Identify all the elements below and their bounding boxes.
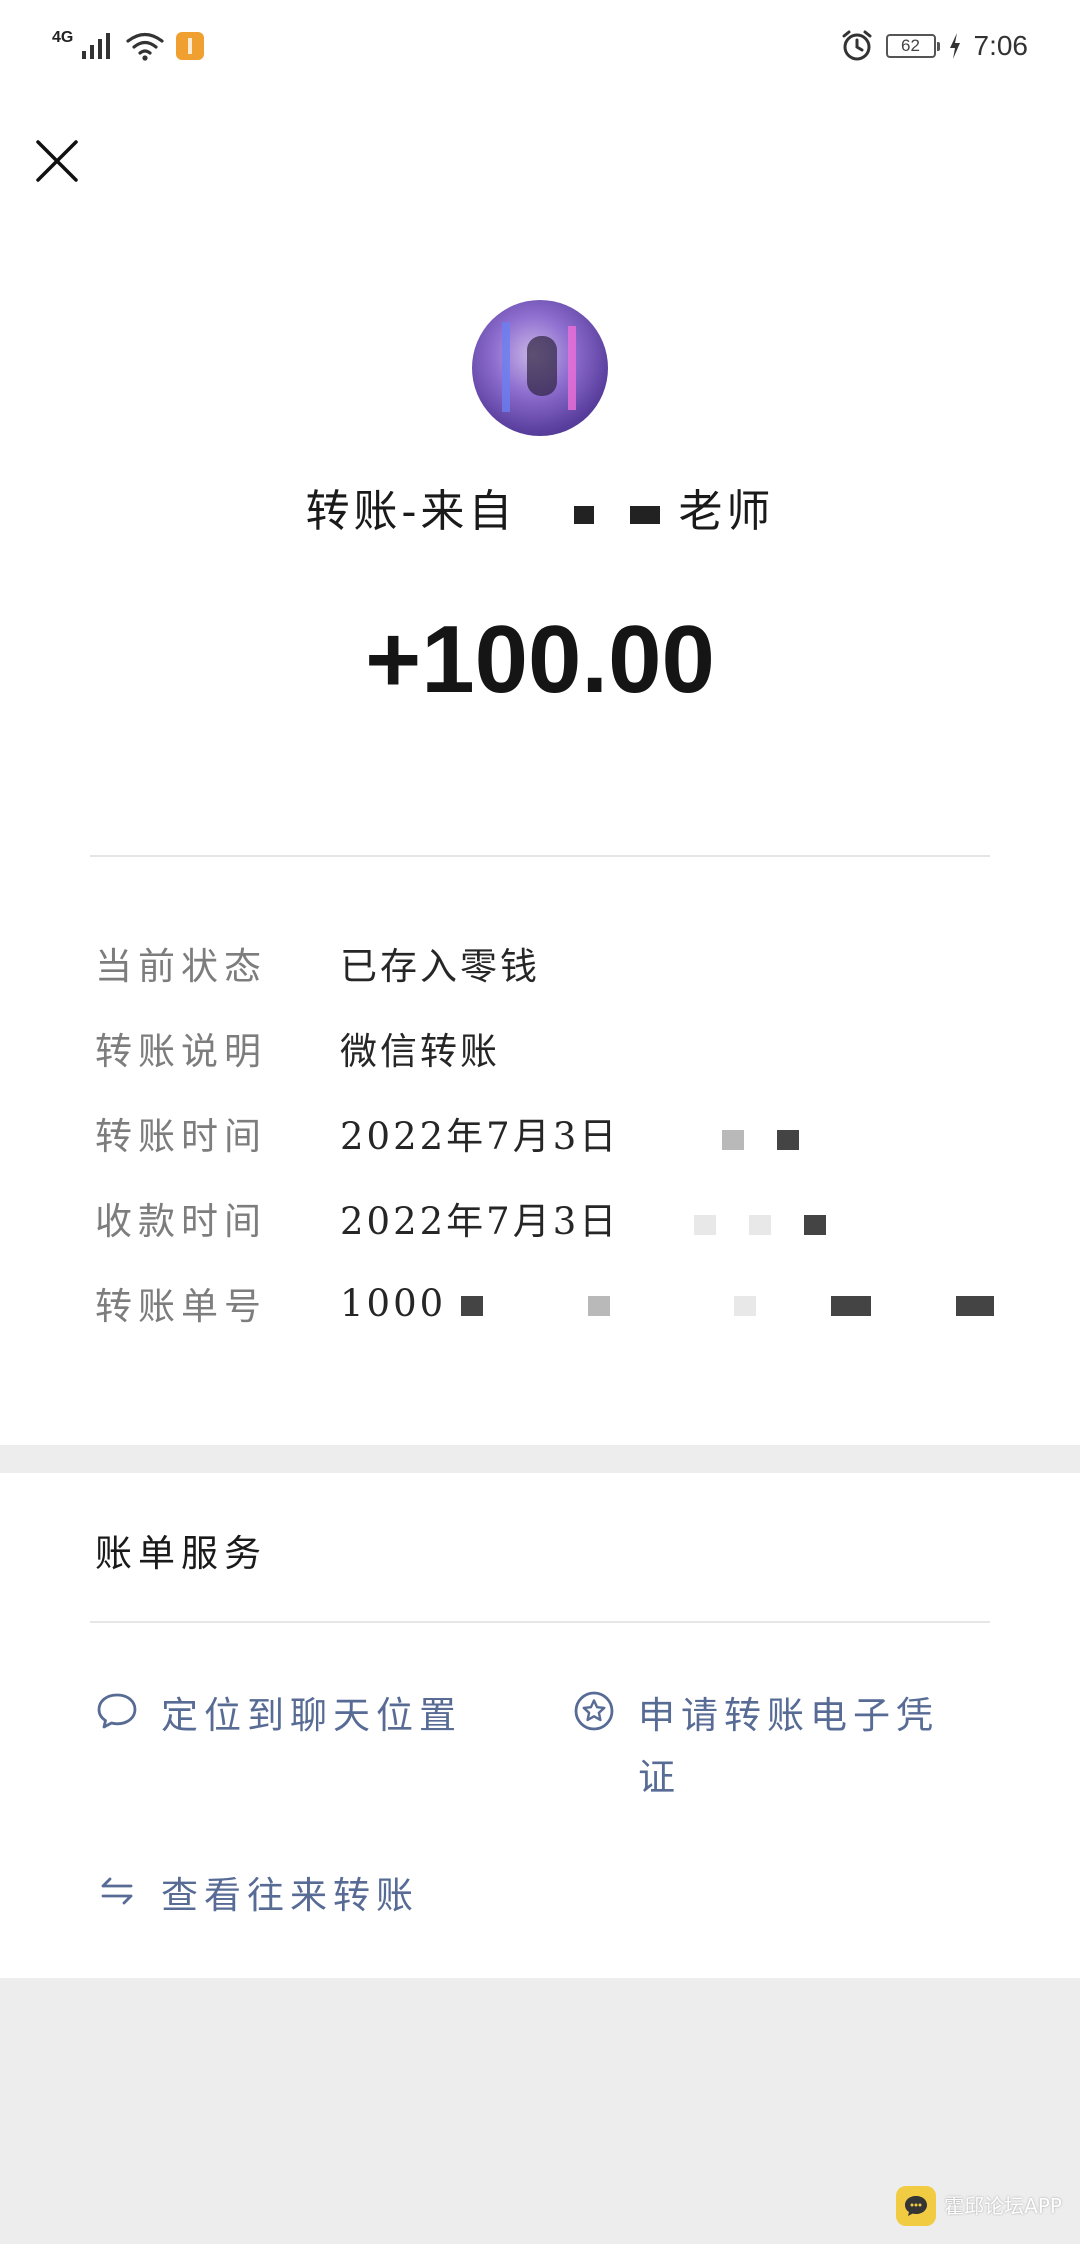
bill-services-title: 账单服务 [95,1532,267,1575]
redacted-mask [803,1214,826,1235]
detail-label: 收款时间 [95,1200,267,1243]
forum-logo [896,2186,937,2226]
detail-value-text: 1000 [340,1281,447,1325]
close-button[interactable] [28,132,86,190]
detail-row-transfer-time: 转账时间 2022年7月3日 [95,1103,799,1163]
redacted-mask [460,1296,483,1316]
chat-bubble-icon [97,1693,137,1729]
locate-chat-label: 定位到聊天位置 [161,1694,462,1737]
redacted-mask [831,1296,872,1316]
avatar-decoration [568,326,576,410]
avatar-decoration [502,322,510,412]
transfer-title-suffix: 老师 [678,486,775,537]
view-transfers-label: 查看往来转账 [161,1874,419,1917]
view-transfers-link[interactable]: 查看往来转账 [95,1865,419,1927]
status-right: 62 7:06 [840,26,1029,66]
charging-icon [949,33,960,59]
divider [90,855,990,857]
transfer-amount: +100.00 [365,606,715,713]
detail-value-text: 2022年7月3日 [340,1115,620,1158]
redacted-mask [956,1296,994,1316]
redacted-mask [748,1214,771,1235]
redacted-mask [694,1214,717,1235]
star-badge-icon [574,1691,614,1731]
watermark-text: 霍邱论坛APP [944,2194,1062,2218]
redacted-mask [776,1129,799,1150]
redacted-mask [587,1296,610,1316]
status-left: 4G [52,26,205,66]
detail-row-description: 转账说明 微信转账 [95,1018,500,1078]
detail-label: 转账说明 [95,1030,267,1073]
redacted-mask [722,1129,745,1150]
battery-indicator: 62 [885,34,940,58]
transfer-title: 转账-来自 老师 [0,475,1080,539]
status-bar: 4G 62 7:06 [0,0,1080,100]
redacted-mask [734,1296,757,1316]
divider [90,1621,990,1623]
network-type: 4G [52,29,74,46]
wifi-icon [126,32,164,61]
detail-row-status: 当前状态 已存入零钱 [95,933,540,993]
alarm-icon [842,30,871,61]
detail-label: 转账单号 [95,1285,267,1328]
sender-avatar [472,300,608,436]
redacted-name-mask [574,505,595,524]
signal-icon [82,33,111,59]
close-icon [36,140,78,182]
detail-value: 1000 [340,1282,994,1325]
transfer-title-prefix: 转账-来自 [305,486,517,537]
swap-arrows-icon [101,1877,133,1905]
locate-chat-link[interactable]: 定位到聊天位置 [95,1685,462,1747]
detail-value: 微信转账 [340,1030,500,1073]
apply-voucher-link[interactable]: 申请转账电子凭证 [572,1685,992,1809]
detail-label: 当前状态 [95,945,267,988]
status-time: 7:06 [973,30,1029,61]
apply-voucher-label: 申请转账电子凭证 [638,1694,939,1799]
detail-row-transfer-number: 转账单号 1000 [95,1273,994,1333]
detail-label: 转账时间 [95,1115,267,1158]
bill-services-card: 账单服务 定位到聊天位置 申请转账电子凭证 查看往来转账 [0,1473,1080,1978]
detail-row-receive-time: 收款时间 2022年7月3日 [95,1188,826,1248]
top-header [0,100,1080,235]
detail-value: 2022年7月3日 [340,1106,799,1160]
detail-value: 已存入零钱 [340,945,540,988]
detail-value-text: 2022年7月3日 [340,1200,620,1243]
redacted-name-mask [630,505,661,524]
app-notification-icon [176,32,205,60]
forum-watermark: 霍邱论坛APP [896,2186,1062,2226]
chat-logo-icon [905,2196,928,2216]
detail-value: 2022年7月3日 [340,1191,826,1245]
transfer-detail-card: 转账-来自 老师 +100.00 当前状态 已存入零钱 转账说明 微信转账 转账… [0,235,1080,1445]
avatar-figure [527,336,557,396]
